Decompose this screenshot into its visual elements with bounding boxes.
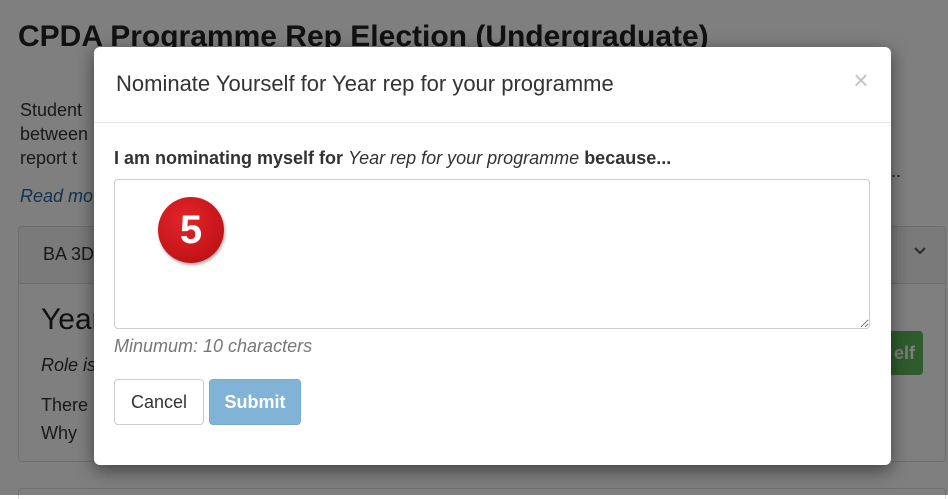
label-role: Year rep for your programme xyxy=(348,148,580,168)
nomination-reason-textarea[interactable] xyxy=(114,179,870,329)
nomination-modal: Nominate Yourself for Year rep for your … xyxy=(94,47,891,465)
minimum-length-hint: Minumum: 10 characters xyxy=(114,336,313,356)
modal-header: Nominate Yourself for Year rep for your … xyxy=(94,47,891,123)
nomination-label: I am nominating myself for Year rep for … xyxy=(114,148,671,169)
step-number-badge: 5 xyxy=(158,197,224,263)
modal-title: Nominate Yourself for Year rep for your … xyxy=(116,71,614,96)
submit-button[interactable]: Submit xyxy=(209,379,301,425)
cancel-button[interactable]: Cancel xyxy=(114,379,204,425)
label-suffix: because... xyxy=(584,148,672,168)
close-icon[interactable]: × xyxy=(849,67,873,93)
label-prefix: I am nominating myself for xyxy=(114,148,344,168)
